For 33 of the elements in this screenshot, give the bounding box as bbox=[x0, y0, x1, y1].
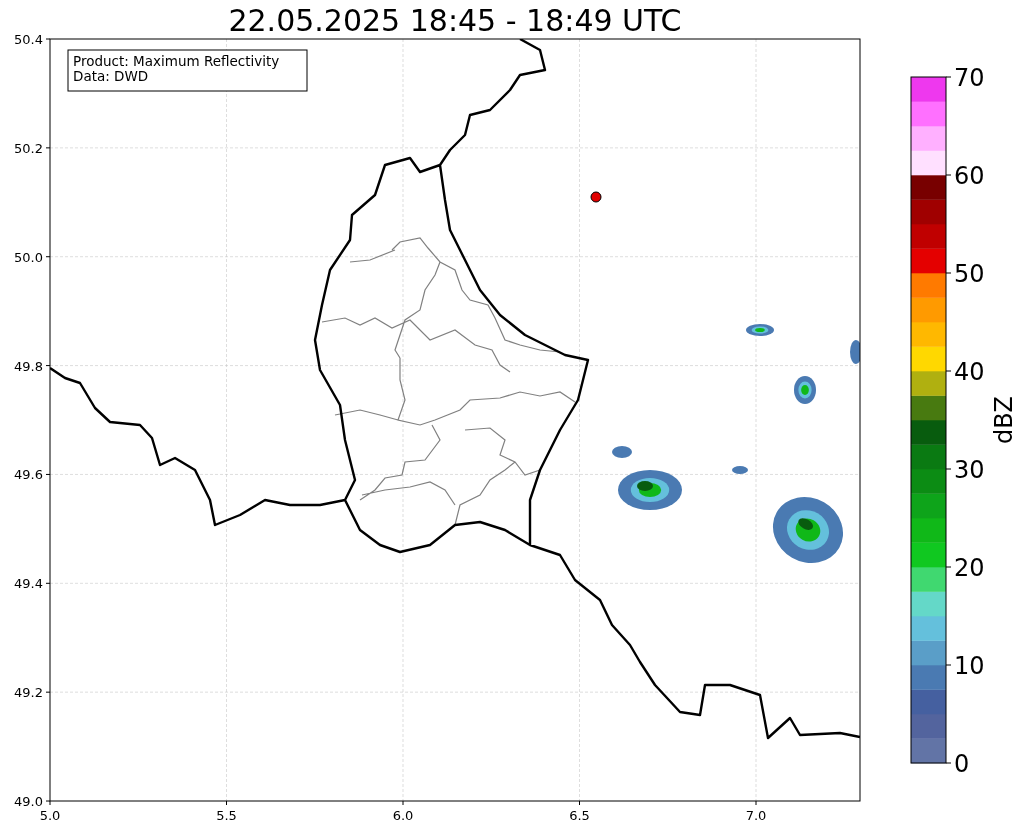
colorbar-tick-label: 60 bbox=[954, 162, 985, 190]
colorbar-label: dBZ bbox=[990, 395, 1018, 445]
colorbar-tick-label: 10 bbox=[954, 652, 985, 680]
y-tick-label: 49.2 bbox=[14, 685, 43, 701]
colorbar-tick-label: 20 bbox=[954, 554, 985, 582]
radar-echo-drawing bbox=[850, 340, 860, 364]
y-tick-label: 50.2 bbox=[14, 140, 43, 156]
radar-echo-drawing bbox=[612, 446, 632, 458]
colorbar-tick-label: 40 bbox=[954, 358, 985, 386]
x-tick-label: 5.5 bbox=[216, 808, 237, 823]
x-tick-label: 5.0 bbox=[39, 808, 61, 823]
x-tick-label: 6.5 bbox=[569, 808, 590, 823]
y-tick-label: 49.0 bbox=[14, 794, 43, 809]
location-marker bbox=[590, 191, 602, 203]
colorbar-tick-label: 30 bbox=[954, 456, 985, 484]
colorbar-tick-label: 0 bbox=[954, 750, 970, 778]
radar-echo-drawing bbox=[794, 376, 816, 404]
y-tick-label: 50.4 bbox=[14, 32, 43, 47]
product-label: Product: Maximum Reflectivity bbox=[73, 53, 280, 69]
x-tick-label: 7.0 bbox=[745, 808, 767, 823]
chart-title: 22.05.2025 18:45 - 18:49 UTC bbox=[228, 3, 682, 38]
y-tick-label: 49.4 bbox=[14, 576, 43, 592]
radar-echo-drawing bbox=[618, 470, 682, 510]
y-tick-label: 49.6 bbox=[14, 467, 43, 483]
colorbar-tick-label: 50 bbox=[954, 260, 985, 288]
radar-echo-drawing bbox=[732, 466, 748, 474]
x-tick-label: 6.0 bbox=[392, 808, 414, 823]
colorbar-tick-label: 70 bbox=[954, 64, 985, 92]
radar-echo-drawing bbox=[773, 497, 843, 563]
data-source-label: Data: DWD bbox=[73, 68, 149, 84]
y-tick-label: 49.8 bbox=[14, 358, 43, 374]
radar-echo-drawing bbox=[746, 324, 774, 336]
y-tick-label: 50.0 bbox=[14, 249, 43, 265]
